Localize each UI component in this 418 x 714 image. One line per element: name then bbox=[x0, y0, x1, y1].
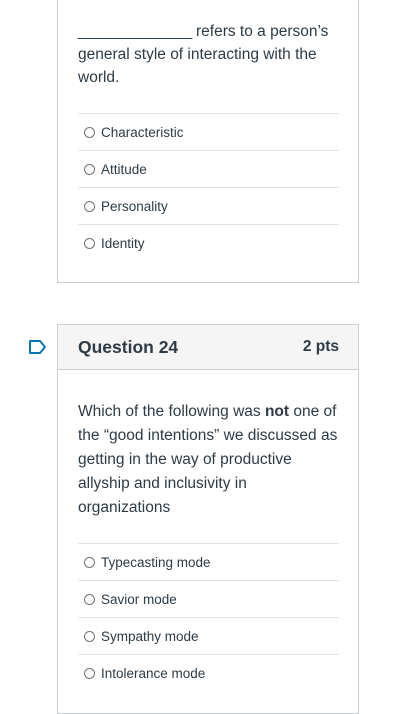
question-points: 2 pts bbox=[302, 338, 339, 355]
answer-option[interactable]: Characteristic bbox=[78, 113, 339, 150]
question-23-card: ______________ refers to a person’s gene… bbox=[57, 0, 359, 283]
radio-button[interactable] bbox=[84, 667, 95, 679]
answer-option[interactable]: Typecasting mode bbox=[78, 543, 339, 580]
radio-button[interactable] bbox=[84, 237, 95, 249]
question-24-text: Which of the following was not one of th… bbox=[78, 403, 338, 516]
radio-button[interactable] bbox=[84, 630, 95, 642]
radio-button[interactable] bbox=[84, 593, 95, 605]
answer-label: Identity bbox=[101, 235, 145, 251]
question-23-answers: Characteristic Attitude Personality Iden… bbox=[78, 113, 339, 261]
answer-label: Personality bbox=[101, 198, 168, 214]
radio-button[interactable] bbox=[84, 126, 95, 138]
radio-button[interactable] bbox=[84, 163, 95, 175]
question-header: Question 24 2 pts bbox=[58, 325, 358, 370]
question-24-answers: Typecasting mode Savior mode Sympathy mo… bbox=[78, 543, 339, 691]
answer-label: Characteristic bbox=[101, 124, 184, 140]
answer-label: Sympathy mode bbox=[101, 628, 199, 644]
radio-button[interactable] bbox=[84, 556, 95, 568]
answer-option[interactable]: Attitude bbox=[78, 150, 339, 187]
answer-label: Typecasting mode bbox=[101, 554, 211, 570]
radio-button[interactable] bbox=[84, 200, 95, 212]
answer-option[interactable]: Sympathy mode bbox=[78, 617, 339, 654]
answer-label: Savior mode bbox=[101, 591, 177, 607]
answer-option[interactable]: Savior mode bbox=[78, 580, 339, 617]
answer-label: Attitude bbox=[101, 161, 147, 177]
flag-question-icon[interactable] bbox=[28, 339, 48, 355]
answer-option[interactable]: Identity bbox=[78, 224, 339, 261]
emphasis-text: not bbox=[264, 403, 290, 420]
question-title: Question 24 bbox=[78, 336, 179, 357]
answer-option[interactable]: Intolerance mode bbox=[78, 654, 339, 691]
question-23-text: ______________ refers to a person’s gene… bbox=[78, 23, 329, 86]
fill-in-blank: ______________ bbox=[78, 23, 192, 40]
answer-label: Intolerance mode bbox=[101, 665, 206, 681]
answer-option[interactable]: Personality bbox=[78, 187, 339, 224]
question-24-card: Question 24 2 pts Which of the following… bbox=[57, 324, 359, 714]
